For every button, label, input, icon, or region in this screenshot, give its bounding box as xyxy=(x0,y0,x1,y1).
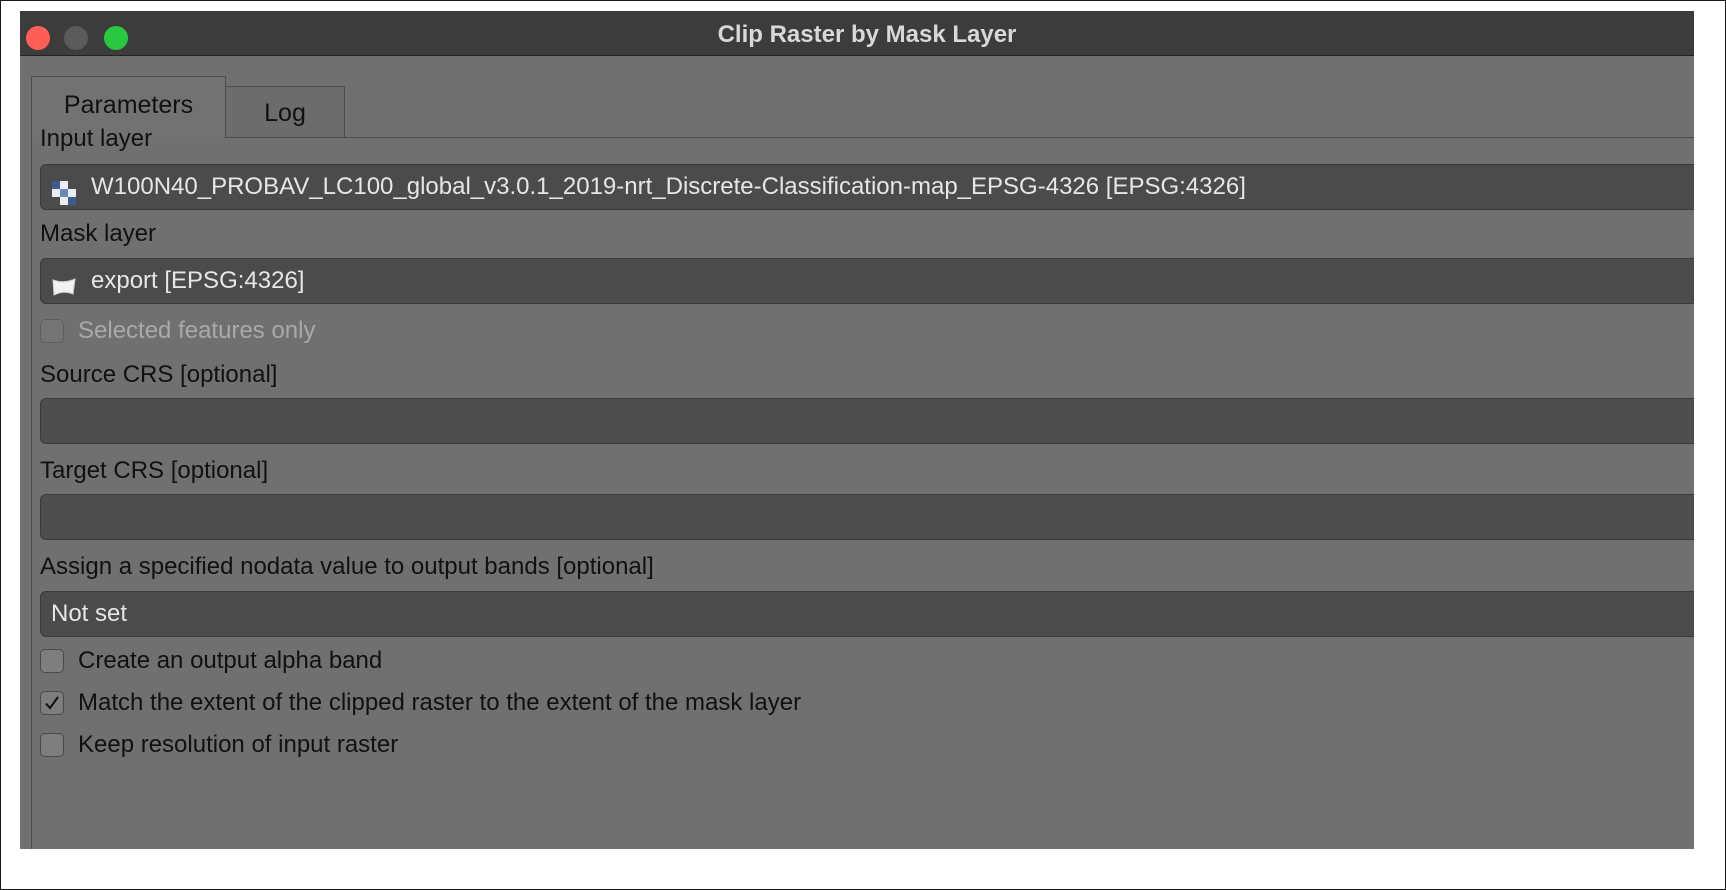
tab-divider xyxy=(225,137,1694,138)
nodata-value: Not set xyxy=(51,600,128,627)
source-crs-field[interactable] xyxy=(40,398,1694,444)
input-layer-label: Input layer xyxy=(40,125,153,152)
alpha-band-checkbox[interactable] xyxy=(40,649,64,673)
tab-bar: Parameters Log xyxy=(20,76,1694,138)
polygon-layer-icon xyxy=(51,270,77,296)
checkmark-icon xyxy=(45,696,59,710)
keep-resolution-label[interactable]: Keep resolution of input raster xyxy=(78,731,398,759)
mask-layer-label: Mask layer xyxy=(40,220,157,247)
mask-layer-value: export [EPSG:4326] xyxy=(91,267,305,294)
title-bar: Clip Raster by Mask Layer xyxy=(20,11,1694,56)
window-title: Clip Raster by Mask Layer xyxy=(717,21,1017,48)
nodata-field[interactable]: Not set xyxy=(40,591,1694,637)
nodata-label: Assign a specified nodata value to outpu… xyxy=(40,553,654,580)
raster-layer-icon xyxy=(51,176,77,205)
target-crs-field[interactable] xyxy=(40,494,1694,540)
mask-layer-combo[interactable]: export [EPSG:4326] xyxy=(40,258,1694,304)
panel-border xyxy=(31,137,32,849)
keep-resolution-checkbox[interactable] xyxy=(40,733,64,757)
input-layer-value: W100N40_PROBAV_LC100_global_v3.0.1_2019-… xyxy=(91,173,1246,200)
tab-log[interactable]: Log xyxy=(225,86,345,138)
source-crs-label: Source CRS [optional] xyxy=(40,361,278,388)
target-crs-label: Target CRS [optional] xyxy=(40,457,269,484)
alpha-band-label[interactable]: Create an output alpha band xyxy=(78,647,382,675)
selected-features-label: Selected features only xyxy=(78,317,316,344)
selected-features-checkbox xyxy=(40,319,64,343)
input-layer-combo[interactable]: W100N40_PROBAV_LC100_global_v3.0.1_2019-… xyxy=(40,164,1694,210)
dialog-window: Clip Raster by Mask Layer Parameters Log… xyxy=(20,11,1694,849)
match-extent-label[interactable]: Match the extent of the clipped raster t… xyxy=(78,689,801,717)
match-extent-checkbox[interactable] xyxy=(40,691,64,715)
